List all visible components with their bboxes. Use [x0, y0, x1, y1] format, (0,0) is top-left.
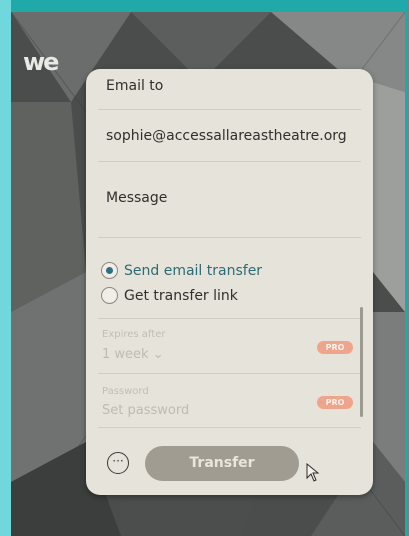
monitor-screen: we Email to sophie@accessallareastheatre…: [11, 12, 405, 536]
expires-after-label: Expires after: [102, 329, 166, 340]
pro-badge: PRO: [317, 396, 353, 409]
radio-selected-icon[interactable]: [101, 262, 118, 279]
password-label: Password: [102, 386, 149, 397]
radio-unselected-icon[interactable]: [101, 287, 118, 304]
wetransfer-logo: we: [23, 48, 59, 76]
email-to-field[interactable]: Email to: [86, 69, 373, 109]
divider: [98, 237, 361, 238]
expires-after-value[interactable]: 1 week ⌄: [102, 347, 164, 362]
mouse-pointer-icon: [306, 463, 320, 482]
password-placeholder: Set password: [102, 403, 190, 418]
message-field[interactable]: Message: [86, 162, 373, 236]
send-email-transfer-label: Send email transfer: [124, 262, 263, 279]
ellipsis-icon: ···: [112, 454, 124, 468]
panel-scrollbar[interactable]: [360, 307, 363, 417]
transfer-button[interactable]: Transfer: [145, 446, 299, 481]
get-transfer-link-label: Get transfer link: [124, 287, 238, 304]
password-field[interactable]: Password Set password PRO: [86, 374, 373, 426]
recipient-email: sophie@accessallareastheatre.org: [106, 128, 347, 144]
message-placeholder: Message: [106, 190, 168, 206]
divider: [98, 427, 361, 428]
recipient-email-field[interactable]: sophie@accessallareastheatre.org: [86, 110, 373, 160]
email-to-label: Email to: [106, 78, 164, 94]
pro-badge: PRO: [317, 341, 353, 354]
send-email-transfer-option[interactable]: Send email transfer: [101, 262, 262, 279]
expires-value-text: 1 week: [102, 347, 149, 362]
more-options-button[interactable]: ···: [107, 452, 129, 474]
get-transfer-link-option[interactable]: Get transfer link: [101, 287, 238, 304]
left-frame-edge: [0, 0, 11, 536]
expires-after-field[interactable]: Expires after 1 week ⌄ PRO: [86, 319, 373, 372]
transfer-panel: Email to sophie@accessallareastheatre.or…: [86, 69, 373, 495]
chevron-down-icon: ⌄: [152, 347, 164, 362]
